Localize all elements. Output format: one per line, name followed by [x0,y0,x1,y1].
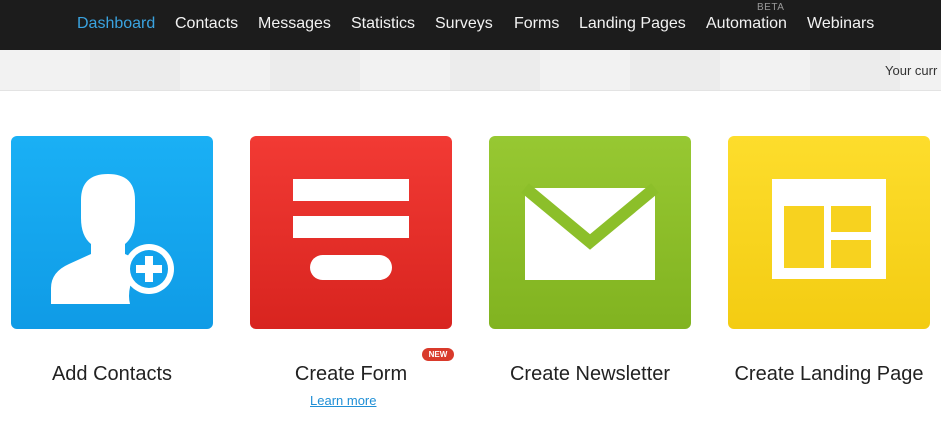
landing-page-icon [772,179,886,279]
create-form-tile[interactable] [250,136,452,329]
nav-automation[interactable]: Automation [706,15,787,33]
envelope-icon [521,183,659,280]
learn-more-link[interactable]: Learn more [310,393,376,408]
nav-contacts[interactable]: Contacts [175,15,238,33]
form-icon [293,179,409,280]
add-contacts-tile[interactable] [11,136,213,329]
create-form-label[interactable]: Create Form [231,363,471,386]
nav-landing-pages[interactable]: Landing Pages [579,15,686,33]
add-contact-icon [51,174,174,304]
nav-statistics[interactable]: Statistics [351,15,415,33]
top-nav: Dashboard Contacts Messages Statistics S… [0,0,941,50]
create-newsletter-tile[interactable] [489,136,691,329]
add-contacts-label[interactable]: Add Contacts [0,363,232,386]
create-newsletter-label[interactable]: Create Newsletter [470,363,710,386]
new-badge: NEW [422,348,454,361]
nav-surveys[interactable]: Surveys [435,15,493,33]
nav-webinars[interactable]: Webinars [807,15,874,33]
nav-dashboard[interactable]: Dashboard [77,15,155,33]
sub-header-bar: Your curr [0,50,941,91]
create-landing-page-tile[interactable] [728,136,930,329]
beta-badge: BETA [757,2,785,13]
nav-forms[interactable]: Forms [514,15,559,33]
nav-messages[interactable]: Messages [258,15,331,33]
create-landing-page-label[interactable]: Create Landing Page [709,363,941,386]
account-status-text: Your curr [885,63,938,78]
